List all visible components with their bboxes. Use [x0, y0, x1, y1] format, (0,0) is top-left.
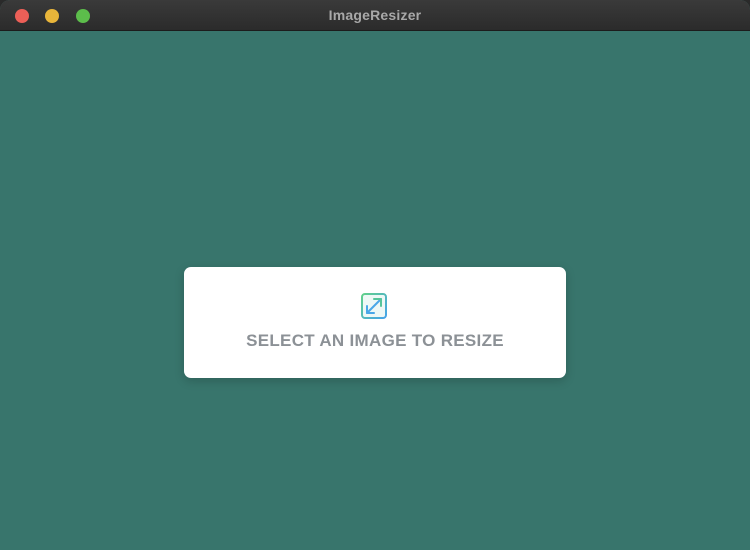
title-bar[interactable]: ImageResizer	[0, 0, 750, 31]
main-content: SELECT AN IMAGE TO RESIZE	[0, 31, 750, 550]
select-image-button[interactable]: SELECT AN IMAGE TO RESIZE	[184, 267, 566, 378]
app-window: ImageResizer SELECT AN IMAGE TO RESIZE	[0, 0, 750, 550]
select-image-label: SELECT AN IMAGE TO RESIZE	[246, 331, 504, 350]
resize-expand-icon	[361, 293, 387, 319]
window-title: ImageResizer	[328, 7, 422, 23]
